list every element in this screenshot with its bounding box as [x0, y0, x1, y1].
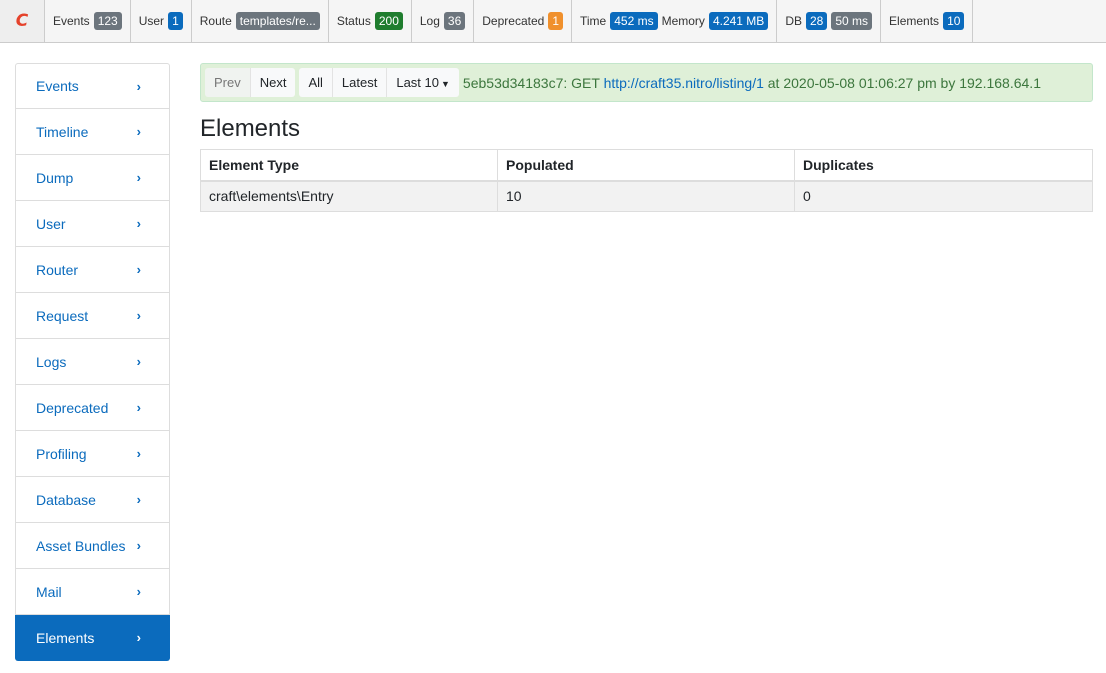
- toolbar-user-label: User: [138, 14, 165, 28]
- sidebar-item-label: User: [36, 215, 66, 232]
- elements-table: Element Type Populated Duplicates craft\…: [200, 149, 1093, 212]
- table-row: craft\elements\Entry 10 0: [200, 180, 1093, 212]
- toolbar-memory-label: Memory: [661, 14, 705, 28]
- toolbar-elements-badge: 10: [943, 12, 965, 30]
- chevron-right-icon: ›: [136, 630, 141, 645]
- chevron-right-icon: ›: [136, 308, 141, 323]
- toolbar-time-badge: 452 ms: [610, 12, 658, 30]
- toolbar-memory-badge: 4.241 MB: [708, 12, 769, 30]
- sidebar-item-request[interactable]: Request ›: [15, 293, 170, 339]
- sidebar-item-dump[interactable]: Dump ›: [15, 155, 170, 201]
- sidebar-item-router[interactable]: Router ›: [15, 247, 170, 293]
- toolbar-elements[interactable]: Elements 10: [881, 0, 974, 42]
- page-title: Elements: [200, 115, 301, 142]
- toolbar-events-badge: 123: [93, 12, 122, 30]
- chevron-right-icon: ›: [136, 492, 141, 507]
- toolbar-deprecated[interactable]: Deprecated 1: [474, 0, 572, 42]
- toolbar-user-badge: 1: [168, 12, 183, 30]
- toolbar-db[interactable]: DB 28 50 ms: [777, 0, 882, 42]
- toolbar-events[interactable]: Events 123: [45, 0, 131, 42]
- toolbar-log-badge: 36: [443, 12, 466, 30]
- toolbar-route-badge: templates/re...: [235, 12, 320, 30]
- sidebar-item-label: Elements: [36, 629, 95, 646]
- sidebar-item-label: Database: [36, 491, 96, 508]
- sidebar-item-logs[interactable]: Logs ›: [15, 339, 170, 385]
- chevron-right-icon: ›: [136, 124, 141, 139]
- sidebar-nav: Events › Timeline › Dump › User › Router › Re…: [15, 63, 170, 661]
- request-summary: Prev Next All Latest Last 10 ▼ 5eb53d3418…: [200, 63, 1093, 102]
- cell-populated: 10: [497, 180, 795, 212]
- sidebar-item-label: Asset Bundles: [36, 537, 126, 554]
- sidebar-item-label: Mail: [36, 583, 62, 600]
- sidebar-item-label: Request: [36, 307, 89, 324]
- main-content: Prev Next All Latest Last 10 ▼ 5eb53d3418…: [200, 63, 1093, 212]
- latest-button[interactable]: Latest: [331, 68, 387, 97]
- toolbar-status[interactable]: Status 200: [329, 0, 412, 42]
- sidebar-item-events[interactable]: Events ›: [15, 63, 170, 109]
- sidebar-item-label: Logs: [36, 353, 67, 370]
- chevron-right-icon: ›: [136, 216, 141, 231]
- toolbar-db-count-badge: 28: [805, 12, 828, 30]
- chevron-right-icon: ›: [136, 170, 141, 185]
- request-summary-text: 5eb53d34183c7: GET http://craft35.nitro/…: [463, 75, 1041, 91]
- sidebar-item-label: Dump: [36, 169, 74, 186]
- toolbar-db-label: DB: [785, 14, 802, 28]
- toolbar-elements-label: Elements: [889, 14, 940, 28]
- craft-logo-text: C: [15, 11, 29, 31]
- toolbar-log[interactable]: Log 36: [412, 0, 475, 42]
- chevron-right-icon: ›: [136, 400, 141, 415]
- sidebar-item-label: Router: [36, 261, 79, 278]
- toolbar-spacer: [973, 0, 1106, 42]
- chevron-right-icon: ›: [136, 78, 141, 94]
- toolbar-status-label: Status: [336, 14, 371, 28]
- chevron-right-icon: ›: [136, 354, 141, 369]
- column-header-populated: Populated: [497, 149, 795, 182]
- toolbar-status-badge: 200: [374, 12, 403, 30]
- toolbar-user[interactable]: User 1: [131, 0, 192, 42]
- sidebar-item-mail[interactable]: Mail ›: [15, 569, 170, 615]
- all-button[interactable]: All: [299, 68, 332, 97]
- debug-toolbar: C Events 123 User 1 Route templates/re..…: [0, 0, 1106, 43]
- toolbar-db-time-badge: 50 ms: [831, 12, 873, 30]
- table-header-row: Element Type Populated Duplicates: [200, 149, 1093, 182]
- sidebar-item-label: Timeline: [36, 123, 89, 140]
- last-dropdown-label: Last 10: [396, 75, 439, 90]
- toolbar-events-label: Events: [53, 14, 90, 28]
- caret-down-icon: ▼: [441, 79, 450, 89]
- request-meta: at 2020-05-08 01:06:27 pm by 192.168.64.…: [763, 74, 1041, 91]
- sidebar-item-label: Deprecated: [36, 399, 109, 416]
- toolbar-log-label: Log: [419, 14, 440, 28]
- toolbar-route[interactable]: Route templates/re...: [192, 0, 329, 42]
- toolbar-time-label: Time: [580, 14, 607, 28]
- chevron-right-icon: ›: [136, 262, 141, 277]
- sidebar-item-label: Profiling: [36, 445, 87, 462]
- column-header-duplicates: Duplicates: [794, 149, 1093, 182]
- request-tag: 5eb53d34183c7: GET: [462, 74, 604, 91]
- sidebar-item-timeline[interactable]: Timeline ›: [15, 109, 170, 155]
- sidebar-item-database[interactable]: Database ›: [15, 477, 170, 523]
- toolbar-deprecated-label: Deprecated: [482, 14, 545, 28]
- cell-duplicates: 0: [794, 180, 1093, 212]
- filter-group: All Latest Last 10 ▼: [299, 68, 459, 97]
- sidebar-item-label: Events: [36, 78, 79, 94]
- toolbar-deprecated-badge: 1: [548, 12, 563, 30]
- toolbar-time-memory[interactable]: Time 452 ms Memory 4.241 MB: [572, 0, 778, 42]
- cell-element-type: craft\elements\Entry: [200, 180, 498, 212]
- chevron-right-icon: ›: [136, 538, 141, 553]
- request-url-link[interactable]: http://craft35.nitro/listing/1: [604, 75, 764, 91]
- sidebar-item-profiling[interactable]: Profiling ›: [15, 431, 170, 477]
- column-header-element-type: Element Type: [200, 149, 498, 182]
- prev-button[interactable]: Prev: [205, 68, 250, 97]
- next-button[interactable]: Next: [249, 68, 296, 97]
- pager-group: Prev Next: [205, 68, 296, 97]
- toolbar-route-label: Route: [199, 14, 232, 28]
- chevron-right-icon: ›: [136, 446, 141, 461]
- sidebar-item-elements[interactable]: Elements ›: [15, 615, 170, 661]
- chevron-right-icon: ›: [136, 584, 141, 599]
- sidebar-item-user[interactable]: User ›: [15, 201, 170, 247]
- craft-logo[interactable]: C: [0, 0, 45, 42]
- sidebar-item-asset-bundles[interactable]: Asset Bundles ›: [15, 523, 170, 569]
- last-dropdown-button[interactable]: Last 10 ▼: [386, 68, 459, 97]
- sidebar-item-deprecated[interactable]: Deprecated ›: [15, 385, 170, 431]
